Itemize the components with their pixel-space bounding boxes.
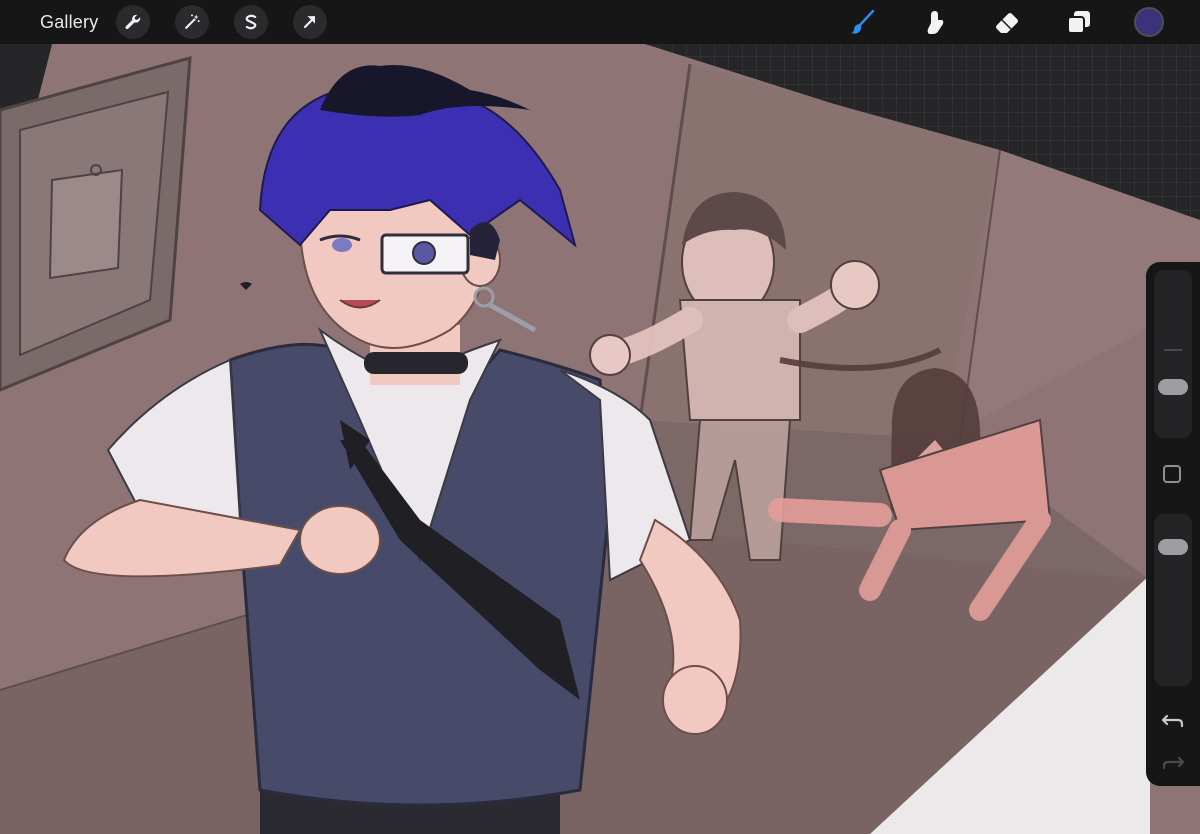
brush-size-thumb[interactable]: [1158, 379, 1188, 396]
slider-midpoint-mark: [1164, 349, 1182, 351]
brush-opacity-slider[interactable]: [1154, 514, 1192, 686]
redo-button[interactable]: [1161, 752, 1185, 774]
layers-icon: [1067, 11, 1090, 34]
artwork: [0, 44, 1200, 834]
gallery-button[interactable]: Gallery: [40, 12, 98, 33]
eraser-tool[interactable]: [990, 5, 1024, 39]
undo-button[interactable]: [1161, 710, 1185, 732]
adjustments-button[interactable]: [175, 5, 210, 39]
brush-opacity-thumb[interactable]: [1158, 538, 1188, 555]
arrow-cursor-icon: [304, 16, 316, 29]
undo-icon: [1161, 714, 1184, 728]
wrench-icon: [125, 14, 141, 30]
brush-icon: [851, 9, 875, 34]
color-picker-button[interactable]: [1134, 7, 1164, 37]
smudge-tool[interactable]: [918, 5, 952, 39]
brush-size-slider[interactable]: [1154, 270, 1192, 438]
smudge-icon: [927, 11, 944, 34]
selection-button[interactable]: [234, 5, 269, 39]
modify-button[interactable]: [1163, 465, 1181, 483]
top-toolbar: Gallery: [0, 0, 1200, 44]
redo-icon: [1162, 756, 1185, 770]
brush-tool[interactable]: [846, 5, 880, 39]
right-tool-group: [808, 0, 1200, 44]
eraser-icon: [996, 13, 1018, 33]
transform-button[interactable]: [293, 5, 328, 39]
magic-wand-icon: [185, 14, 201, 29]
layers-button[interactable]: [1062, 5, 1096, 39]
selection-s-icon: [246, 14, 257, 30]
drawing-canvas[interactable]: [0, 0, 1200, 834]
side-toolbar: [1146, 262, 1200, 786]
actions-button[interactable]: [116, 5, 151, 39]
